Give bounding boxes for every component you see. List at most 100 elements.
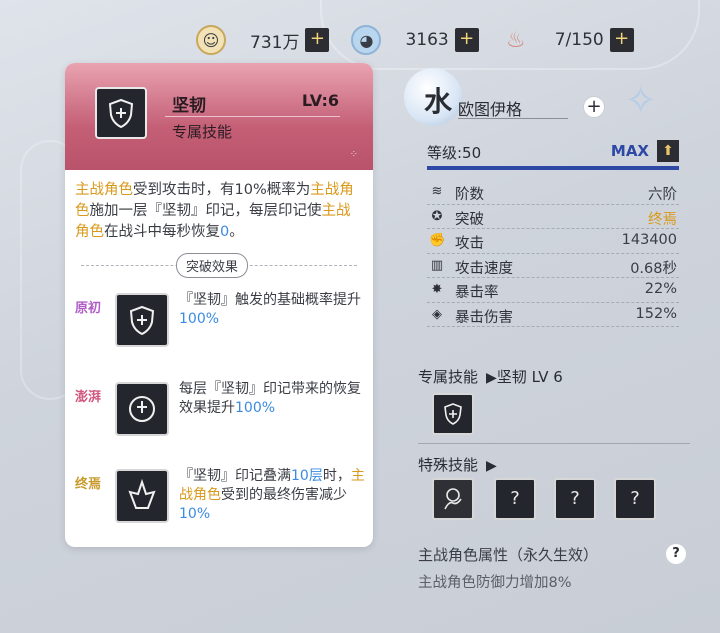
skill-name: 坚韧 <box>172 96 206 116</box>
desc-text: 受到攻击时，有10%概率为 <box>133 182 311 198</box>
stat-row: ✪ 突破 终焉 <box>427 205 679 229</box>
stat-row: ✊ 攻击 143400 <box>427 229 679 254</box>
crit-damage-icon: ◈ <box>432 306 442 322</box>
add-gold-button[interactable]: + <box>305 28 330 52</box>
stat-value: 152% <box>635 305 677 322</box>
breakthrough-item: 原初 『坚韧』触发的基础概率提升 100% <box>65 287 373 363</box>
moon-shield-icon <box>129 396 155 422</box>
resource-gold: ☺ 731万 + <box>196 25 330 55</box>
add-button[interactable]: + <box>583 96 605 118</box>
skill-card-header: 坚韧 LV:6 专属技能 ⁘ <box>65 63 373 170</box>
skill-level: LV:6 <box>301 91 339 110</box>
arrow-right-icon: ▶ <box>486 458 497 474</box>
main-attr-desc: 主战角色防御力增加8% <box>418 575 572 591</box>
section-divider <box>418 443 690 444</box>
stat-row: ▥ 攻击速度 0.68秒 <box>427 254 679 278</box>
breakthrough-label: 澎湃 <box>75 390 102 405</box>
exclusive-skill-value: 坚韧 LV 6 <box>496 368 563 386</box>
skill-detail-card: 坚韧 LV:6 专属技能 ⁘ 主战角色受到攻击时，有10%概率为主战角色施加一层… <box>65 63 373 547</box>
breakthrough-icon: ✪ <box>431 208 443 224</box>
stat-row: ◈ 暴击伤害 152% <box>427 303 679 327</box>
special-skill-header: 特殊技能 ▶ <box>418 454 497 475</box>
skill-icon <box>95 87 147 139</box>
highlight-value: 10层 <box>291 468 323 484</box>
locked-skill-slot[interactable]: ? <box>554 478 596 520</box>
desc-text: 『坚韧』触发的基础概率提升 <box>179 292 361 308</box>
exclusive-skill-header: 专属技能 ▶坚韧 LV 6 <box>418 366 563 387</box>
level-label: 等级:50 <box>427 144 482 162</box>
stats-list: ≋ 阶数 六阶 ✪ 突破 终焉 ✊ 攻击 143400 ▥ 攻击速度 0.68秒… <box>427 180 679 327</box>
special-skill-title: 特殊技能 <box>418 456 479 474</box>
main-attr-title: 主战角色属性（永久生效） <box>418 546 599 564</box>
name-underline <box>458 118 568 119</box>
water-crest-icon: ✧ <box>624 78 658 124</box>
hero-name: 欧图伊格 <box>458 100 523 119</box>
breakthrough-title: 突破效果 <box>176 253 249 278</box>
locked-skill-slot[interactable]: ? <box>494 478 536 520</box>
breakthrough-text: 『坚韧』印记叠满10层时，主战角色受到的最终伤害减少10% <box>179 467 369 524</box>
crit-icon: ✸ <box>431 282 443 297</box>
breakthrough-icon-origin <box>115 293 169 347</box>
crown-icon <box>128 478 156 509</box>
shield-icon <box>108 98 134 129</box>
breakthrough-item: 终焉 『坚韧』印记叠满10层时，主战角色受到的最终伤害减少10% <box>65 463 373 539</box>
breakthrough-text: 『坚韧』触发的基础概率提升 100% <box>179 291 369 329</box>
arrow-right-icon: ▶ <box>486 370 497 386</box>
stat-value: 143400 <box>621 232 677 248</box>
resource-stamina: ♨ 7/150 + <box>501 25 634 55</box>
dots-decor: ⁘ <box>349 149 359 160</box>
bar-icon: ▥ <box>430 257 444 273</box>
stat-row: ≋ 阶数 六阶 <box>427 180 679 205</box>
highlight-value: 100% <box>235 400 276 416</box>
desc-text: 在战斗中每秒恢复 <box>104 224 220 240</box>
highlight-role: 主战角色 <box>75 182 133 198</box>
resource-stamina-value: 7/150 <box>554 30 604 50</box>
resource-bar: ☺ 731万 + ◕ 3163 + ♨ 7/150 + <box>196 22 656 58</box>
skill-type: 专属技能 <box>172 123 233 141</box>
drumstick-icon: ♨ <box>505 27 526 53</box>
desc-text: 。 <box>229 224 244 240</box>
locked-skill-slot[interactable]: ? <box>614 478 656 520</box>
desc-text: 受到的最终伤害减少 <box>221 487 347 503</box>
desc-text: 『坚韧』印记叠满 <box>179 468 291 484</box>
help-button[interactable]: ? <box>666 544 686 564</box>
breakthrough-label: 终焉 <box>75 477 102 492</box>
stat-value: 终焉 <box>648 211 677 228</box>
stat-name: 阶数 <box>455 187 484 203</box>
stat-row: ✸ 暴击率 22% <box>427 278 679 303</box>
resource-crystal-value: 3163 <box>405 30 449 50</box>
resource-gold-value: 731万 <box>250 32 300 53</box>
resource-crystal: ◕ 3163 + <box>351 25 479 55</box>
highlight-value: 10% <box>179 506 211 522</box>
breakthrough-item: 澎湃 每层『坚韧』印记带来的恢复效果提升100% <box>65 376 373 452</box>
layers-icon: ≋ <box>431 184 443 199</box>
stat-value: 22% <box>644 281 677 297</box>
desc-text: 时， <box>322 468 351 484</box>
breakthrough-label: 原初 <box>75 301 102 316</box>
stat-name: 暴击伤害 <box>455 309 513 326</box>
exclusive-skill-slot[interactable] <box>432 393 474 435</box>
add-stamina-button[interactable]: + <box>609 28 634 52</box>
breakthrough-icon-surge <box>115 382 169 436</box>
breakthrough-divider: 突破效果 <box>65 253 373 281</box>
highlight-value: 100% <box>179 311 220 327</box>
hero-info-panel: 水 欧图伊格 + ✧ 等级:50 MAX ⬆ ≋ 阶数 六阶 ✪ 突破 终焉 ✊… <box>402 60 702 630</box>
level-up-button[interactable]: ⬆ <box>657 140 679 162</box>
element-label: 水 <box>424 85 453 118</box>
desc-text: 施加一层『坚韧』印记，每层印记使 <box>89 203 322 219</box>
stat-name: 攻击速度 <box>455 260 513 277</box>
breakthrough-icon-end <box>115 469 169 523</box>
add-crystal-button[interactable]: + <box>454 28 479 52</box>
header-divider <box>165 116 340 117</box>
shield-icon <box>444 403 462 425</box>
level-progress-bar <box>427 166 679 170</box>
special-skill-slot[interactable] <box>432 478 474 520</box>
breakthrough-text: 每层『坚韧』印记带来的恢复效果提升100% <box>179 380 369 418</box>
fist-icon: ✊ <box>429 233 446 248</box>
stat-name: 暴击率 <box>455 285 499 301</box>
spirit-hand-icon <box>444 488 462 510</box>
level-progress-fill <box>427 166 679 170</box>
skill-description: 主战角色受到攻击时，有10%概率为主战角色施加一层『坚韧』印记，每层印记使主战角… <box>65 170 373 243</box>
exclusive-skill-title: 专属技能 <box>418 368 479 386</box>
stat-value: 0.68秒 <box>630 260 677 277</box>
